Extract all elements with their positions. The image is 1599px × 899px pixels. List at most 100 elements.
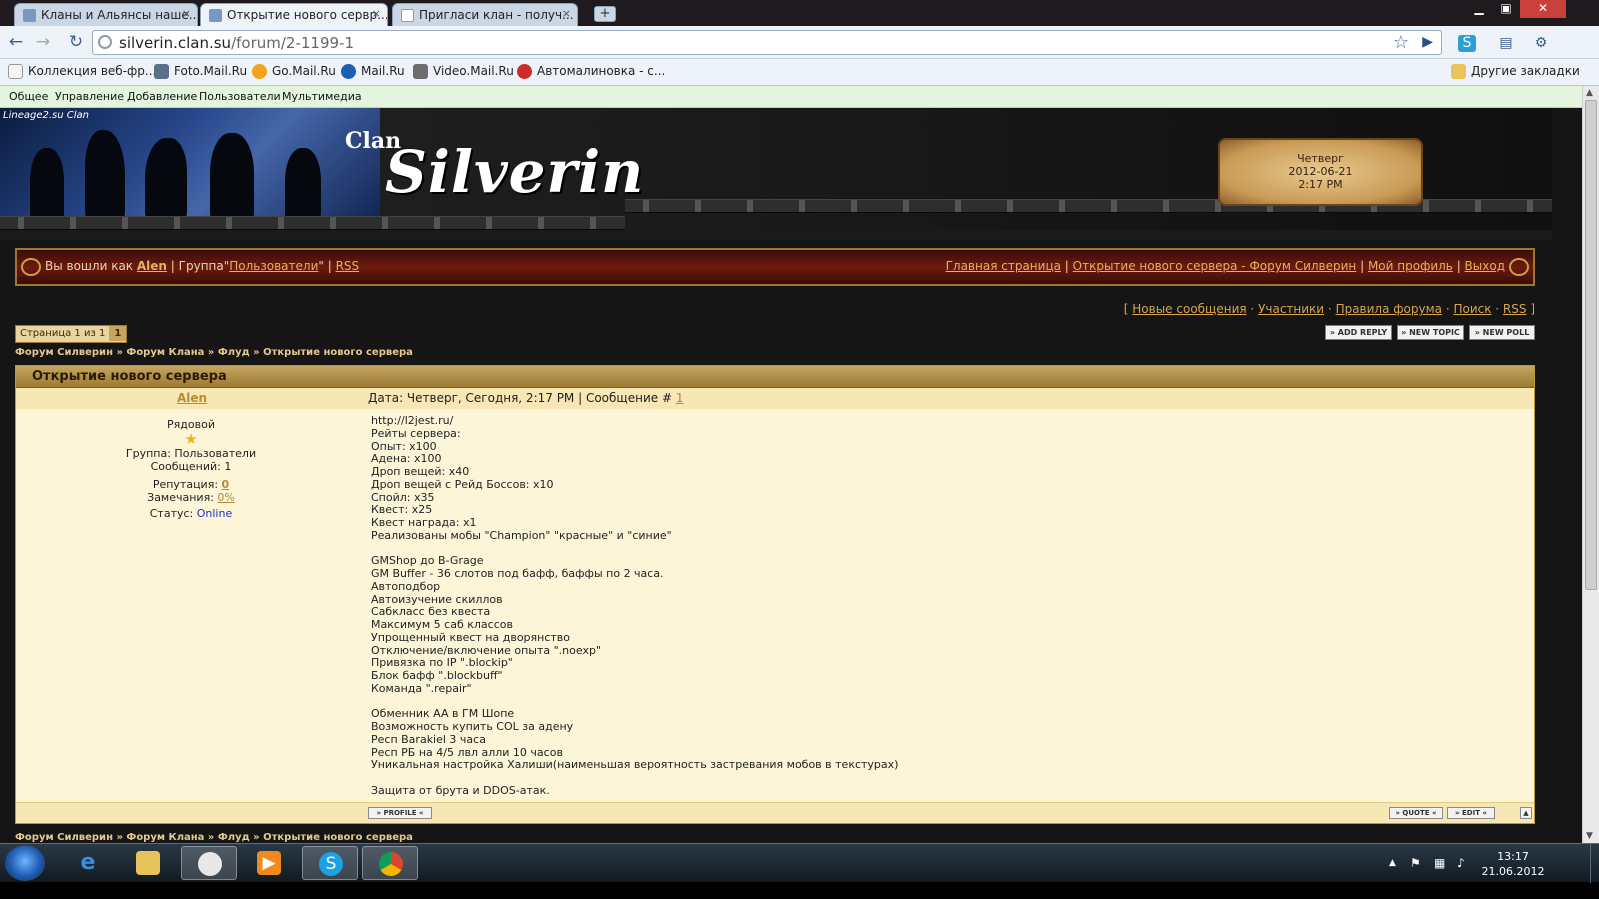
bookmark-star-icon[interactable]: ☆ [1393,32,1409,53]
forum-rules-link[interactable]: Правила форума [1336,302,1442,316]
volume-icon[interactable]: ♪ [1457,856,1465,870]
taskbar-explorer[interactable] [120,846,176,880]
tab-invite-clan[interactable]: Пригласи клан - получ... × [392,3,578,26]
new-poll-button[interactable]: » NEW POLL [1469,325,1535,340]
media-player-icon: ▶ [257,851,281,875]
breadcrumb[interactable]: Форум Силверин » Форум Клана » Флуд » От… [15,347,413,358]
tab-open-server[interactable]: Открытие нового сервр... × [200,3,388,26]
bookmark-item[interactable]: Автомалиновка - с... [517,64,665,79]
network-icon[interactable]: ▦ [1434,856,1445,870]
page-menu-icon[interactable]: ▤ [1497,35,1515,52]
home-page-link[interactable]: Главная страница [946,259,1061,273]
admin-menu-multimedia[interactable]: Мультимедиа [282,90,362,103]
admin-menu-add[interactable]: Добавление [127,90,197,103]
group-link[interactable]: Пользователи [229,259,318,273]
quote-button[interactable]: » QUOTE « [1389,807,1443,819]
page-scrollbar[interactable]: ▲ ▼ [1582,86,1599,843]
close-tab-icon[interactable]: × [372,7,381,20]
add-reply-button[interactable]: » ADD REPLY [1325,325,1392,340]
admin-menu-general[interactable]: Общее [9,90,48,103]
forum-links: [ Новые сообщения · Участники · Правила … [1123,302,1535,316]
scroll-up-icon[interactable]: ▲ [1586,88,1593,98]
bookmark-item[interactable]: Go.Mail.Ru [252,64,336,79]
logout-link[interactable]: Выход [1465,259,1505,273]
forum-rss-link[interactable]: RSS [1503,302,1527,316]
minimize-window-button[interactable]: ▁ [1466,0,1492,18]
post-author-link[interactable]: Alen [177,391,207,405]
tray-expand-icon[interactable]: ▲ [1389,858,1396,868]
site-logo[interactable]: Silverin [385,138,644,206]
profile-button[interactable]: » PROFILE « [368,807,432,819]
edit-button[interactable]: » EDIT « [1447,807,1495,819]
admin-menu-manage[interactable]: Управление [55,90,124,103]
bookmark-label: Go.Mail.Ru [272,64,336,78]
my-profile-link[interactable]: Мой профиль [1368,259,1453,273]
scrollbar-thumb[interactable] [1585,100,1597,590]
bookmark-item[interactable]: Foto.Mail.Ru [154,64,247,79]
post-date-text: Дата: Четверг, Сегодня, 2:17 PM | Сообще… [368,391,676,405]
windows-taskbar: e ▶ S ▲ ⚑ ▦ ♪ 13:17 21.06.2012 [0,843,1599,883]
other-bookmarks-folder[interactable]: Другие закладки [1451,64,1580,79]
page-info-icon[interactable] [98,35,112,49]
close-tab-icon[interactable]: × [182,7,191,20]
admin-menu-users[interactable]: Пользователи [199,90,281,103]
address-bar[interactable]: silverin.clan.su/forum/2-1199-1 ☆ ▶ [92,30,1442,55]
date-text: 2012-06-21 [1288,165,1353,178]
page-1-link[interactable]: 1 [109,326,127,341]
new-topic-button[interactable]: » NEW TOPIC [1397,325,1464,340]
search-icon [252,64,267,79]
new-tab-button[interactable]: + [594,6,616,22]
url-text[interactable]: silverin.clan.su/forum/2-1199-1 [119,34,354,52]
scroll-top-icon[interactable]: ▲ [1520,807,1532,819]
search-link[interactable]: Поиск [1453,302,1491,316]
warnings-link[interactable]: 0% [217,491,234,504]
close-tab-icon[interactable]: × [562,7,571,20]
reload-icon[interactable]: ↻ [66,33,86,53]
taskbar-chrome[interactable] [362,846,418,880]
post-body: http://l2jest.ru/ Рейты сервера: Опыт: x… [371,414,899,797]
action-center-flag-icon[interactable]: ⚑ [1410,856,1421,870]
members-link[interactable]: Участники [1258,302,1324,316]
user-nav-links: Главная страница | Открытие нового серве… [945,259,1505,273]
scroll-down-icon[interactable]: ▼ [1586,831,1593,841]
video-icon [413,64,428,79]
start-button[interactable] [5,845,45,881]
bookmark-item[interactable]: Mail.Ru [341,64,405,79]
status-label: Статус: [149,507,197,520]
time-text: 2:17 PM [1298,178,1343,191]
forward-arrow-icon[interactable]: → [33,33,53,53]
breadcrumb-bottom[interactable]: Форум Силверин » Форум Клана » Флуд » От… [15,832,413,843]
go-arrow-icon[interactable]: ▶ [1422,34,1433,50]
tab-clans[interactable]: Кланы и Альянсы наше... × [14,3,198,26]
post-footer: » PROFILE « » QUOTE « » EDIT « ▲ [16,802,1534,823]
taskbar-ie[interactable]: e [60,846,116,880]
username-link[interactable]: Alen [137,259,167,273]
new-messages-link[interactable]: Новые сообщения [1132,302,1246,316]
user-group: Группа: Пользователи [125,447,257,460]
system-clock[interactable]: 13:17 21.06.2012 [1478,849,1548,879]
warnings-label: Замечания: [147,491,218,504]
close-window-button[interactable]: ✕ [1520,0,1566,18]
show-desktop-button[interactable] [1590,844,1599,883]
maximize-window-button[interactable]: ▣ [1494,0,1518,18]
forum-topic-link[interactable]: Открытие нового сервера - Форум Силверин [1073,259,1357,273]
bookmark-item[interactable]: Коллекция веб-фр... [8,64,156,79]
bookmark-item[interactable]: Video.Mail.Ru [413,64,514,79]
separator: " | [318,259,336,273]
folder-icon [136,851,160,875]
group-label: | Группа" [166,259,230,273]
taskbar-media-player[interactable]: ▶ [241,846,297,880]
reputation-link[interactable]: 0 [222,478,230,491]
rank-star-icon: ★ [184,430,198,448]
skype-extension-icon[interactable]: S [1458,35,1476,52]
wrench-icon[interactable]: ⚙ [1532,35,1550,52]
tab-title: Открытие нового сервр... [227,8,388,22]
taskbar-game-client[interactable] [181,846,237,880]
button-label: NEW POLL [1482,328,1530,337]
warrior-silhouette [145,138,187,220]
taskbar-skype[interactable]: S [302,846,358,880]
rss-link[interactable]: RSS [336,259,360,273]
back-arrow-icon[interactable]: ← [6,33,26,53]
post-number-link[interactable]: 1 [676,391,684,405]
page-viewport: Общее Управление Добавление Пользователи… [0,86,1582,843]
